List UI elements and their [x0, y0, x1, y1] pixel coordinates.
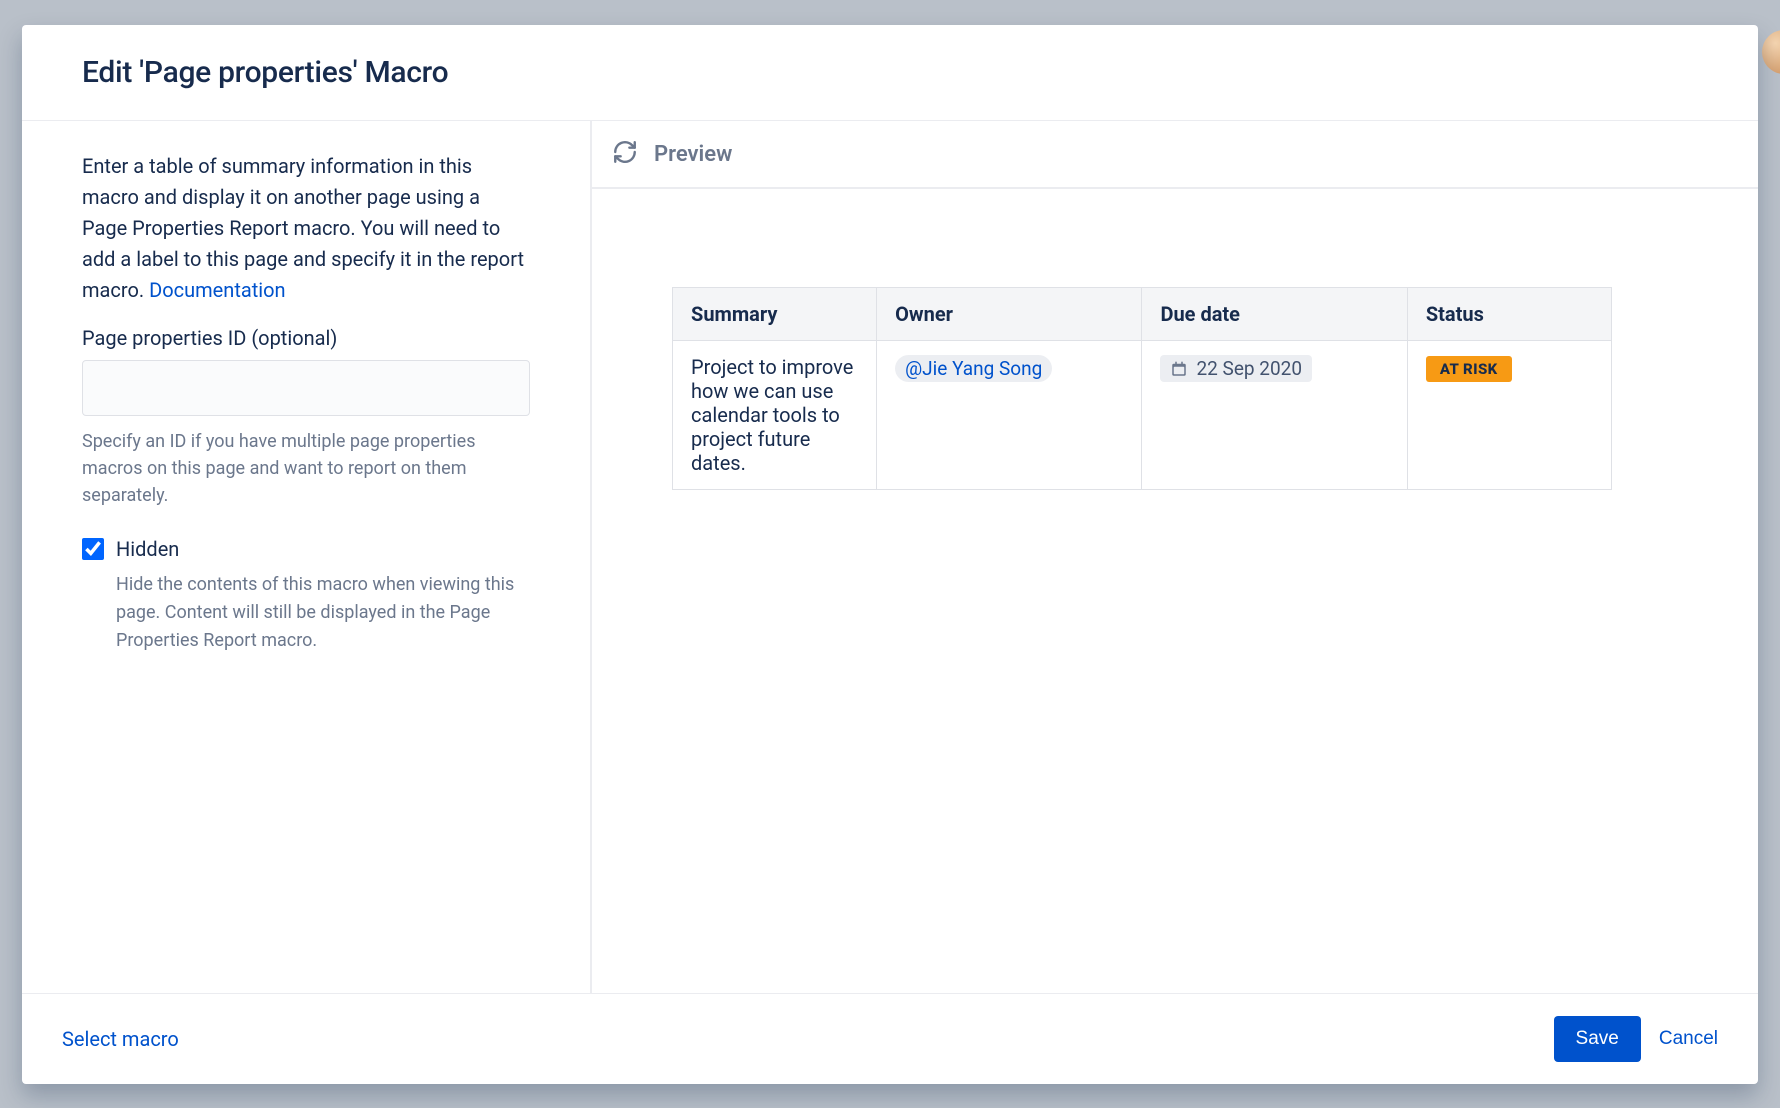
cell-status: AT RISK — [1407, 341, 1611, 490]
table-header-row: Summary Owner Due date Status — [673, 288, 1612, 341]
header-summary: Summary — [673, 288, 877, 341]
calendar-icon — [1170, 360, 1188, 378]
due-date-text: 22 Sep 2020 — [1196, 357, 1302, 380]
hidden-checkbox[interactable] — [82, 538, 104, 560]
page-properties-id-input[interactable] — [82, 360, 530, 416]
cell-due: 22 Sep 2020 — [1142, 341, 1407, 490]
cancel-button[interactable]: Cancel — [1659, 1028, 1718, 1050]
status-badge: AT RISK — [1426, 356, 1512, 382]
page-properties-id-label: Page properties ID (optional) — [82, 326, 530, 350]
due-date-lozenge: 22 Sep 2020 — [1160, 355, 1312, 382]
header-status: Status — [1407, 288, 1611, 341]
config-panel: Enter a table of summary information in … — [22, 121, 592, 993]
preview-body: Summary Owner Due date Status Project to… — [592, 189, 1758, 993]
hidden-label: Hidden — [116, 537, 179, 561]
select-macro-link[interactable]: Select macro — [62, 1027, 179, 1051]
page-backdrop: Edit 'Page properties' Macro Enter a tab… — [0, 0, 1780, 1108]
hidden-checkbox-row: Hidden — [82, 537, 530, 561]
refresh-icon[interactable] — [612, 139, 638, 169]
macro-edit-modal: Edit 'Page properties' Macro Enter a tab… — [22, 25, 1758, 1084]
documentation-link[interactable]: Documentation — [149, 278, 286, 302]
avatar — [1762, 30, 1780, 74]
cell-summary: Project to improve how we can use calend… — [673, 341, 877, 490]
modal-header: Edit 'Page properties' Macro — [22, 25, 1758, 120]
page-properties-id-help: Specify an ID if you have multiple page … — [82, 428, 530, 509]
modal-title: Edit 'Page properties' Macro — [82, 55, 1718, 90]
save-button[interactable]: Save — [1554, 1016, 1641, 1062]
macro-description: Enter a table of summary information in … — [82, 151, 530, 306]
hidden-help: Hide the contents of this macro when vie… — [116, 571, 530, 655]
preview-title: Preview — [654, 142, 732, 167]
owner-mention[interactable]: @Jie Yang Song — [895, 355, 1052, 382]
preview-header: Preview — [592, 121, 1758, 189]
header-due: Due date — [1142, 288, 1407, 341]
modal-footer: Select macro Save Cancel — [22, 993, 1758, 1084]
table-row: Project to improve how we can use calend… — [673, 341, 1612, 490]
cell-owner: @Jie Yang Song — [877, 341, 1142, 490]
preview-table: Summary Owner Due date Status Project to… — [672, 287, 1612, 490]
preview-panel: Preview Summary Owner Due date Status — [592, 121, 1758, 993]
modal-body: Enter a table of summary information in … — [22, 120, 1758, 993]
header-owner: Owner — [877, 288, 1142, 341]
